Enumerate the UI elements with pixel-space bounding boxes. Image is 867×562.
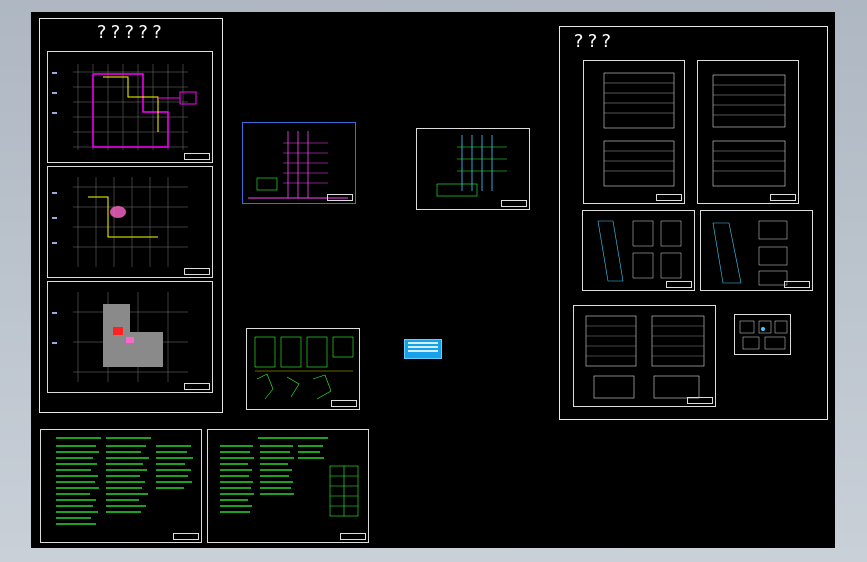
- title-block: [666, 281, 692, 288]
- floor-plan-sheet-1[interactable]: [47, 51, 213, 163]
- section-sheet-1[interactable]: [582, 210, 695, 291]
- title-block: [770, 194, 796, 201]
- elevation-sheet-3[interactable]: [573, 305, 716, 407]
- riser-2-drawing: [436, 135, 507, 197]
- legend-swatch-icon[interactable]: [404, 339, 442, 359]
- elevation-sheet-1[interactable]: [583, 60, 685, 204]
- title-block: [784, 281, 810, 288]
- title-block: [331, 400, 357, 407]
- title-block: [656, 194, 682, 201]
- title-block: [184, 153, 210, 160]
- title-block: [340, 533, 366, 540]
- elevation-3-drawing: [585, 315, 705, 399]
- design-notes-sheet-2[interactable]: [207, 429, 369, 543]
- design-notes-sheet-1[interactable]: [40, 429, 202, 543]
- elevation-1-drawing: [603, 72, 675, 187]
- section-1-drawing: [597, 220, 682, 282]
- detail-sheet-small[interactable]: [734, 314, 791, 355]
- left-group-title: ?????: [96, 22, 166, 43]
- title-block: [173, 533, 199, 540]
- title-block: [184, 268, 210, 275]
- notes-1-text: [56, 437, 193, 525]
- riser-diagram-sheet-2[interactable]: [416, 128, 530, 210]
- title-block: [184, 383, 210, 390]
- floor-plan-2-drawing: [52, 177, 188, 267]
- right-group-title: ???: [573, 31, 615, 52]
- detail-small-drawing: [739, 320, 788, 350]
- section-2-drawing: [712, 220, 788, 286]
- floor-plan-1-drawing: [52, 64, 197, 150]
- elevation-sheet-2[interactable]: [697, 60, 799, 204]
- riser-1-drawing: [248, 131, 348, 199]
- title-block: [501, 200, 527, 207]
- floor-plan-sheet-2[interactable]: [47, 166, 213, 278]
- section-sheet-2[interactable]: [700, 210, 813, 291]
- cad-model-space[interactable]: ????? ???: [31, 12, 835, 548]
- elevation-2-drawing: [712, 74, 786, 187]
- detail-sheet[interactable]: [246, 328, 360, 410]
- roof-plan-drawing: [52, 292, 188, 382]
- notes-2-text: [220, 437, 359, 517]
- title-block: [327, 194, 353, 201]
- title-block: [687, 397, 713, 404]
- detail-drawing: [254, 336, 354, 400]
- riser-diagram-sheet-1[interactable]: [242, 122, 356, 204]
- roof-plan-sheet[interactable]: [47, 281, 213, 393]
